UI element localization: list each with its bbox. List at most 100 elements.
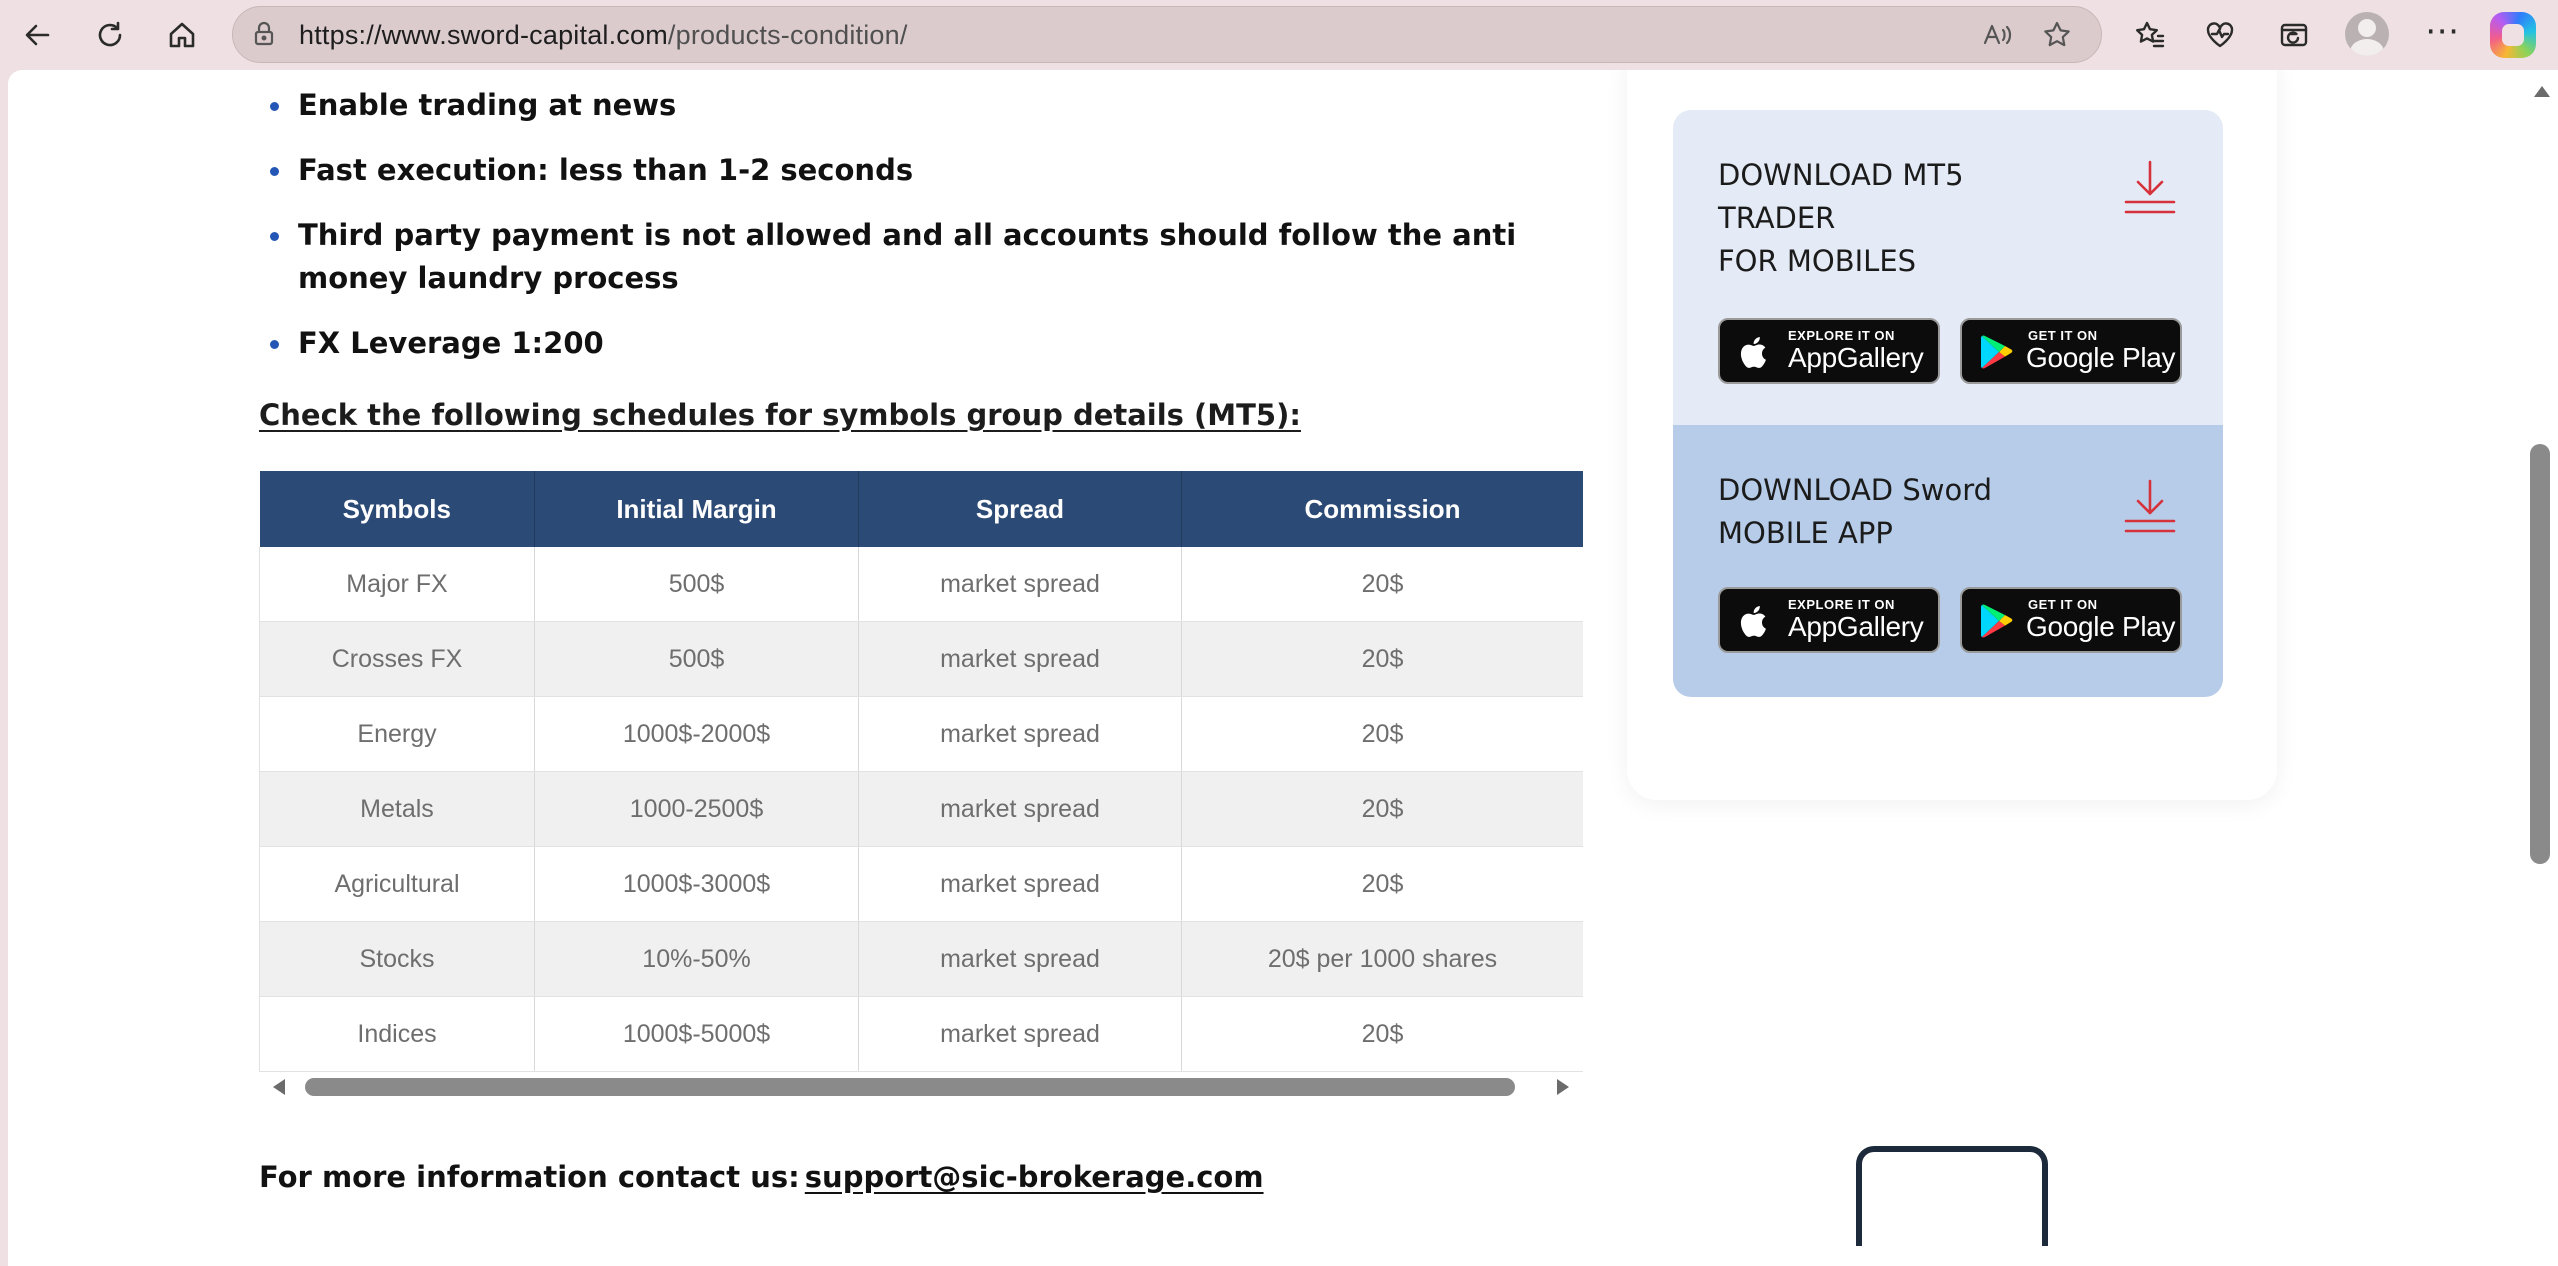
home-icon <box>169 22 195 48</box>
scroll-up-arrow-icon[interactable] <box>2534 86 2550 97</box>
table-cell: 1000-2500$ <box>534 771 859 847</box>
badge-small-text: GET IT ON <box>2028 597 2098 612</box>
scroll-left-arrow-icon[interactable] <box>273 1079 285 1095</box>
download-mt5-title: DOWNLOAD MT5 TRADER FOR MOBILES <box>1718 154 2138 283</box>
table-cell: 500$ <box>534 621 859 697</box>
ie-mode-button[interactable] <box>2272 13 2316 57</box>
download-mt5-card: DOWNLOAD MT5 TRADER FOR MOBILES EXPLORE … <box>1673 110 2223 425</box>
table-cell: Stocks <box>259 921 535 997</box>
address-bar[interactable]: https://www.sword-capital.com/products-c… <box>232 6 2102 63</box>
browser-toolbar: https://www.sword-capital.com/products-c… <box>0 0 2558 70</box>
page-vertical-scrollbar[interactable] <box>2524 70 2558 1266</box>
table-cell: market spread <box>858 771 1182 847</box>
badge-big-text: AppGallery <box>1788 611 1924 642</box>
store-badges: EXPLORE IT ON AppGallery GET IT ON Googl… <box>1718 318 2182 384</box>
title-line: DOWNLOAD MT5 <box>1718 158 1964 192</box>
table-cell: 20$ <box>1181 621 1583 697</box>
table-cell: Major FX <box>259 547 535 622</box>
table-cell: 1000$-2000$ <box>534 696 859 772</box>
url-host: https://www.sword-capital.com <box>299 20 668 50</box>
add-favorite-button[interactable] <box>2041 19 2073 51</box>
condition-item: Third party payment is not allowed and a… <box>270 214 1628 300</box>
table-cell: market spread <box>858 921 1182 997</box>
table-row: Stocks 10%-50% market spread 20$ per 100… <box>259 921 1583 997</box>
apple-icon <box>1740 606 1766 637</box>
decorative-frame-graphic <box>1856 1146 2048 1246</box>
read-aloud-button[interactable] <box>1981 19 2013 51</box>
badge-big-text: Google Play <box>2026 342 2176 373</box>
refresh-icon <box>98 21 122 47</box>
googleplay-badge[interactable]: GET IT ON Google Play <box>1960 587 2182 653</box>
back-button[interactable] <box>14 11 62 59</box>
title-line: MOBILE APP <box>1718 516 1893 550</box>
favorites-button[interactable] <box>2128 13 2172 57</box>
column-header-commission: Commission <box>1181 471 1583 547</box>
table-row: Indices 1000$-5000$ market spread 20$ <box>259 996 1583 1072</box>
favorite-star-icon <box>2044 21 2070 47</box>
health-button[interactable] <box>2198 13 2242 57</box>
home-button[interactable] <box>158 11 206 59</box>
download-icon[interactable] <box>2122 477 2178 537</box>
ie-mode-icon <box>2280 23 2308 47</box>
condition-item: Fast execution: less than 1-2 seconds <box>270 149 1628 192</box>
googleplay-badge[interactable]: GET IT ON Google Play <box>1960 318 2182 384</box>
table-horizontal-scrollbar[interactable] <box>259 1073 1583 1101</box>
page-viewport: Enable trading at news Fast execution: l… <box>8 70 2524 1266</box>
table-cell: market spread <box>858 846 1182 922</box>
profile-icon[interactable] <box>2345 12 2389 56</box>
table-cell: Metals <box>259 771 535 847</box>
table-row: Metals 1000-2500$ market spread 20$ <box>259 771 1583 847</box>
table-cell: Energy <box>259 696 535 772</box>
more-icon[interactable]: ⋯ <box>2420 12 2464 56</box>
table-cell: 20$ <box>1181 846 1583 922</box>
title-line: DOWNLOAD Sword <box>1718 473 1993 507</box>
badge-big-text: AppGallery <box>1788 342 1924 373</box>
table-cell: Crosses FX <box>259 621 535 697</box>
table-row: Major FX 500$ market spread 20$ <box>259 547 1583 622</box>
apple-icon <box>1740 337 1766 368</box>
table-cell: 1000$-3000$ <box>534 846 859 922</box>
table-header-row: Symbols Initial Margin Spread Commission <box>259 471 1583 547</box>
column-header-initial-margin: Initial Margin <box>534 471 859 547</box>
copilot-icon[interactable] <box>2490 12 2536 58</box>
appgallery-badge[interactable]: EXPLORE IT ON AppGallery <box>1718 318 1940 384</box>
table-cell: 20$ per 1000 shares <box>1181 921 1583 997</box>
table-cell: market spread <box>858 547 1182 622</box>
table-cell: 500$ <box>534 547 859 622</box>
table-cell: market spread <box>858 996 1182 1072</box>
page-content: Enable trading at news Fast execution: l… <box>8 70 2524 1266</box>
download-sword-app-card: DOWNLOAD Sword MOBILE APP EXPLORE IT ON … <box>1673 425 2223 697</box>
table-cell: 10%-50% <box>534 921 859 997</box>
url-path: /products-condition/ <box>667 20 908 50</box>
download-sword-title: DOWNLOAD Sword MOBILE APP <box>1718 469 2138 555</box>
table-cell: Agricultural <box>259 846 535 922</box>
schedules-heading: Check the following schedules for symbol… <box>259 398 1301 432</box>
table-cell: Indices <box>259 996 535 1072</box>
read-aloud-icon <box>1983 24 2012 45</box>
condition-item: FX Leverage 1:200 <box>270 322 1628 365</box>
store-badges: EXPLORE IT ON AppGallery GET IT ON Googl… <box>1718 587 2182 653</box>
support-email-link[interactable]: support@sic-brokerage.com <box>805 1160 1264 1194</box>
refresh-button[interactable] <box>86 11 134 59</box>
google-play-icon <box>1981 604 2013 638</box>
scrollbar-thumb[interactable] <box>305 1078 1515 1096</box>
url-text[interactable]: https://www.sword-capital.com/products-c… <box>299 20 908 51</box>
contact-label: For more information contact us: <box>259 1160 800 1194</box>
table-row: Agricultural 1000$-3000$ market spread 2… <box>259 846 1583 922</box>
lock-icon[interactable] <box>249 19 279 49</box>
download-icon[interactable] <box>2122 158 2178 218</box>
scrollbar-thumb[interactable] <box>2530 444 2550 864</box>
title-line: TRADER <box>1718 201 1836 235</box>
table-cell: market spread <box>858 696 1182 772</box>
symbols-table-container[interactable]: Symbols Initial Margin Spread Commission… <box>259 471 1583 1143</box>
condition-item: Enable trading at news <box>270 84 1628 127</box>
scroll-right-arrow-icon[interactable] <box>1557 1079 1569 1095</box>
table-cell: 20$ <box>1181 771 1583 847</box>
appgallery-badge[interactable]: EXPLORE IT ON AppGallery <box>1718 587 1940 653</box>
table-cell: 20$ <box>1181 547 1583 622</box>
table-row: Crosses FX 500$ market spread 20$ <box>259 621 1583 697</box>
title-line: FOR MOBILES <box>1718 244 1917 278</box>
badge-small-text: EXPLORE IT ON <box>1788 328 1895 343</box>
favorites-icon <box>2136 21 2165 48</box>
back-icon <box>25 24 50 46</box>
